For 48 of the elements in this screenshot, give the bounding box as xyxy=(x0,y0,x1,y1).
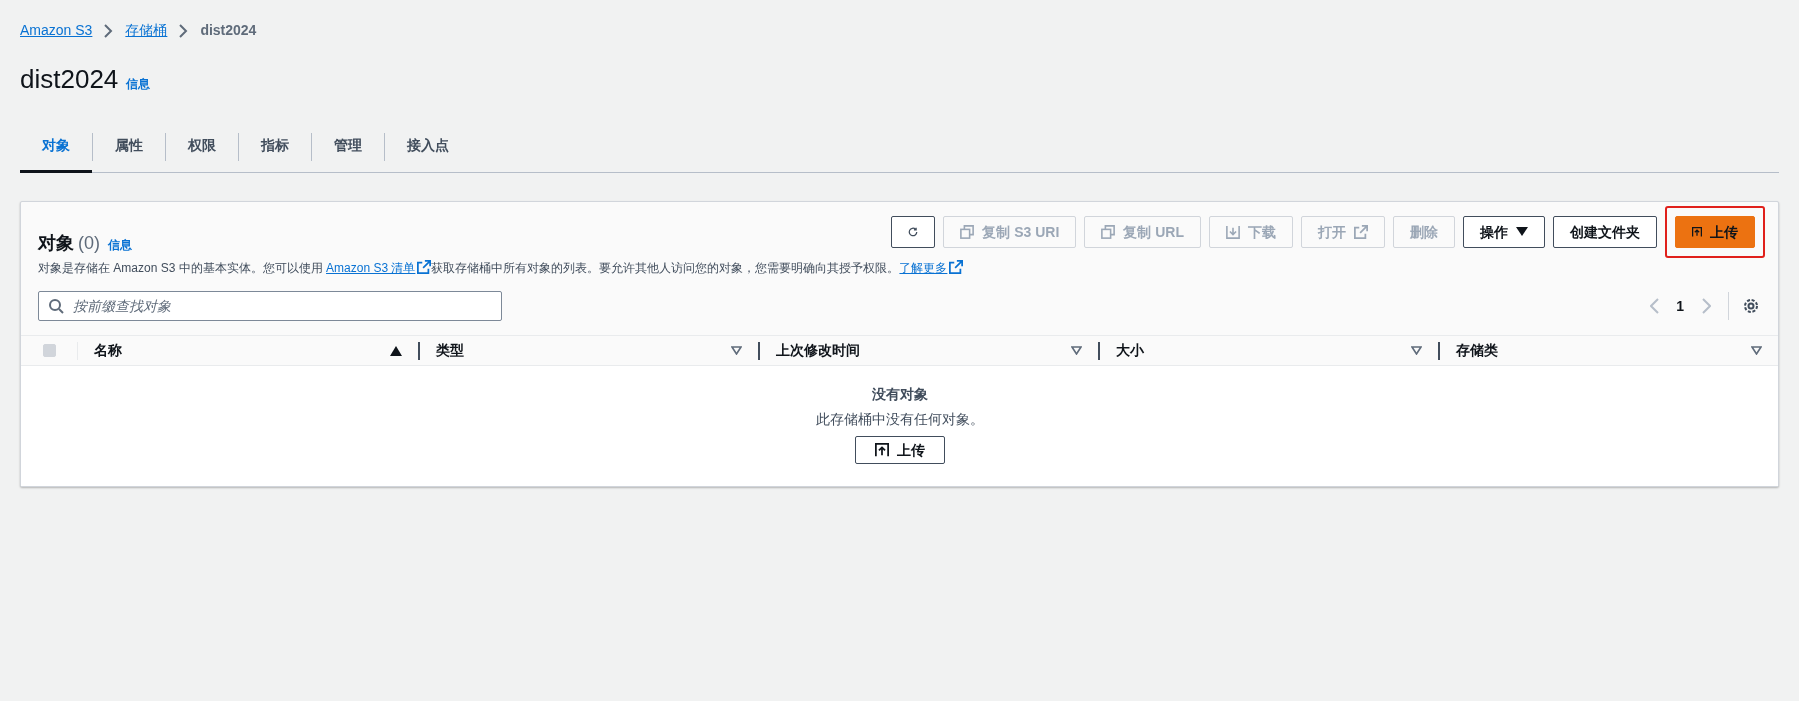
breadcrumb-link[interactable]: 存储桶 xyxy=(125,20,168,41)
search-field[interactable]: 按前缀查找对象 xyxy=(38,291,502,321)
actions-dropdown[interactable]: 操作 xyxy=(1463,216,1545,248)
external-link-icon xyxy=(417,260,432,274)
panel-description: 对象是存储在 Amazon S3 中的基本实体。您可以使用 Amazon S3 清单 获取存储桶中所有对象的列表。要允许其他人访问您的对象，您需要明确向其授予权限。了解更多 xyxy=(38,259,1761,277)
toolbar-button[interactable]: 创建文件夹 xyxy=(1553,216,1657,248)
column-header[interactable]: 上次修改时间 xyxy=(776,340,860,361)
search-icon xyxy=(48,298,64,314)
tab[interactable]: 权限 xyxy=(166,120,238,173)
refresh-button[interactable] xyxy=(891,216,936,248)
info-link[interactable]: 信息 xyxy=(126,75,151,93)
external-link-icon xyxy=(1354,225,1368,239)
chevron-right-icon xyxy=(104,23,114,38)
caret-icon xyxy=(1516,227,1528,237)
empty-title: 没有对象 xyxy=(871,385,928,404)
column-header[interactable]: 名称 xyxy=(94,340,122,361)
upload-button[interactable]: 上传 xyxy=(854,436,945,464)
tab[interactable]: 指标 xyxy=(239,120,311,173)
panel-title: 对象 xyxy=(38,232,74,255)
breadcrumb-link[interactable]: Amazon S3 xyxy=(20,20,93,41)
tab[interactable]: 属性 xyxy=(93,120,165,173)
column-header[interactable]: 大小 xyxy=(1116,340,1144,361)
column-header[interactable]: 存储类 xyxy=(1456,340,1498,361)
copy-icon xyxy=(1101,225,1116,239)
copy-icon xyxy=(960,225,975,239)
settings-icon[interactable] xyxy=(1743,298,1759,314)
inline-link[interactable]: Amazon S3 清单 xyxy=(326,261,432,275)
empty-message: 此存储桶中没有任何对象。 xyxy=(815,410,984,429)
tab[interactable]: 接入点 xyxy=(385,120,471,173)
breadcrumb-current: dist2024 xyxy=(200,21,257,40)
upload-icon xyxy=(1692,225,1702,239)
page-number[interactable]: 1 xyxy=(1676,295,1684,317)
info-link[interactable]: 信息 xyxy=(108,236,132,254)
inline-link[interactable]: 了解更多 xyxy=(899,261,964,275)
sort-icon[interactable] xyxy=(1071,346,1082,355)
column-header[interactable]: 类型 xyxy=(436,340,464,361)
sort-icon[interactable] xyxy=(731,346,742,355)
chevron-right-icon xyxy=(179,23,189,38)
sort-icon[interactable] xyxy=(1411,346,1422,355)
sort-ascending-icon[interactable] xyxy=(390,345,402,356)
external-link-icon xyxy=(949,260,964,274)
upload-button[interactable]: 上传 xyxy=(1675,216,1755,248)
object-count: (0) xyxy=(78,232,100,255)
download-icon xyxy=(1226,225,1240,239)
tab[interactable]: 管理 xyxy=(312,120,384,173)
page-title: dist2024 xyxy=(20,63,119,95)
sort-icon[interactable] xyxy=(1751,346,1762,355)
upload-icon xyxy=(874,443,889,457)
